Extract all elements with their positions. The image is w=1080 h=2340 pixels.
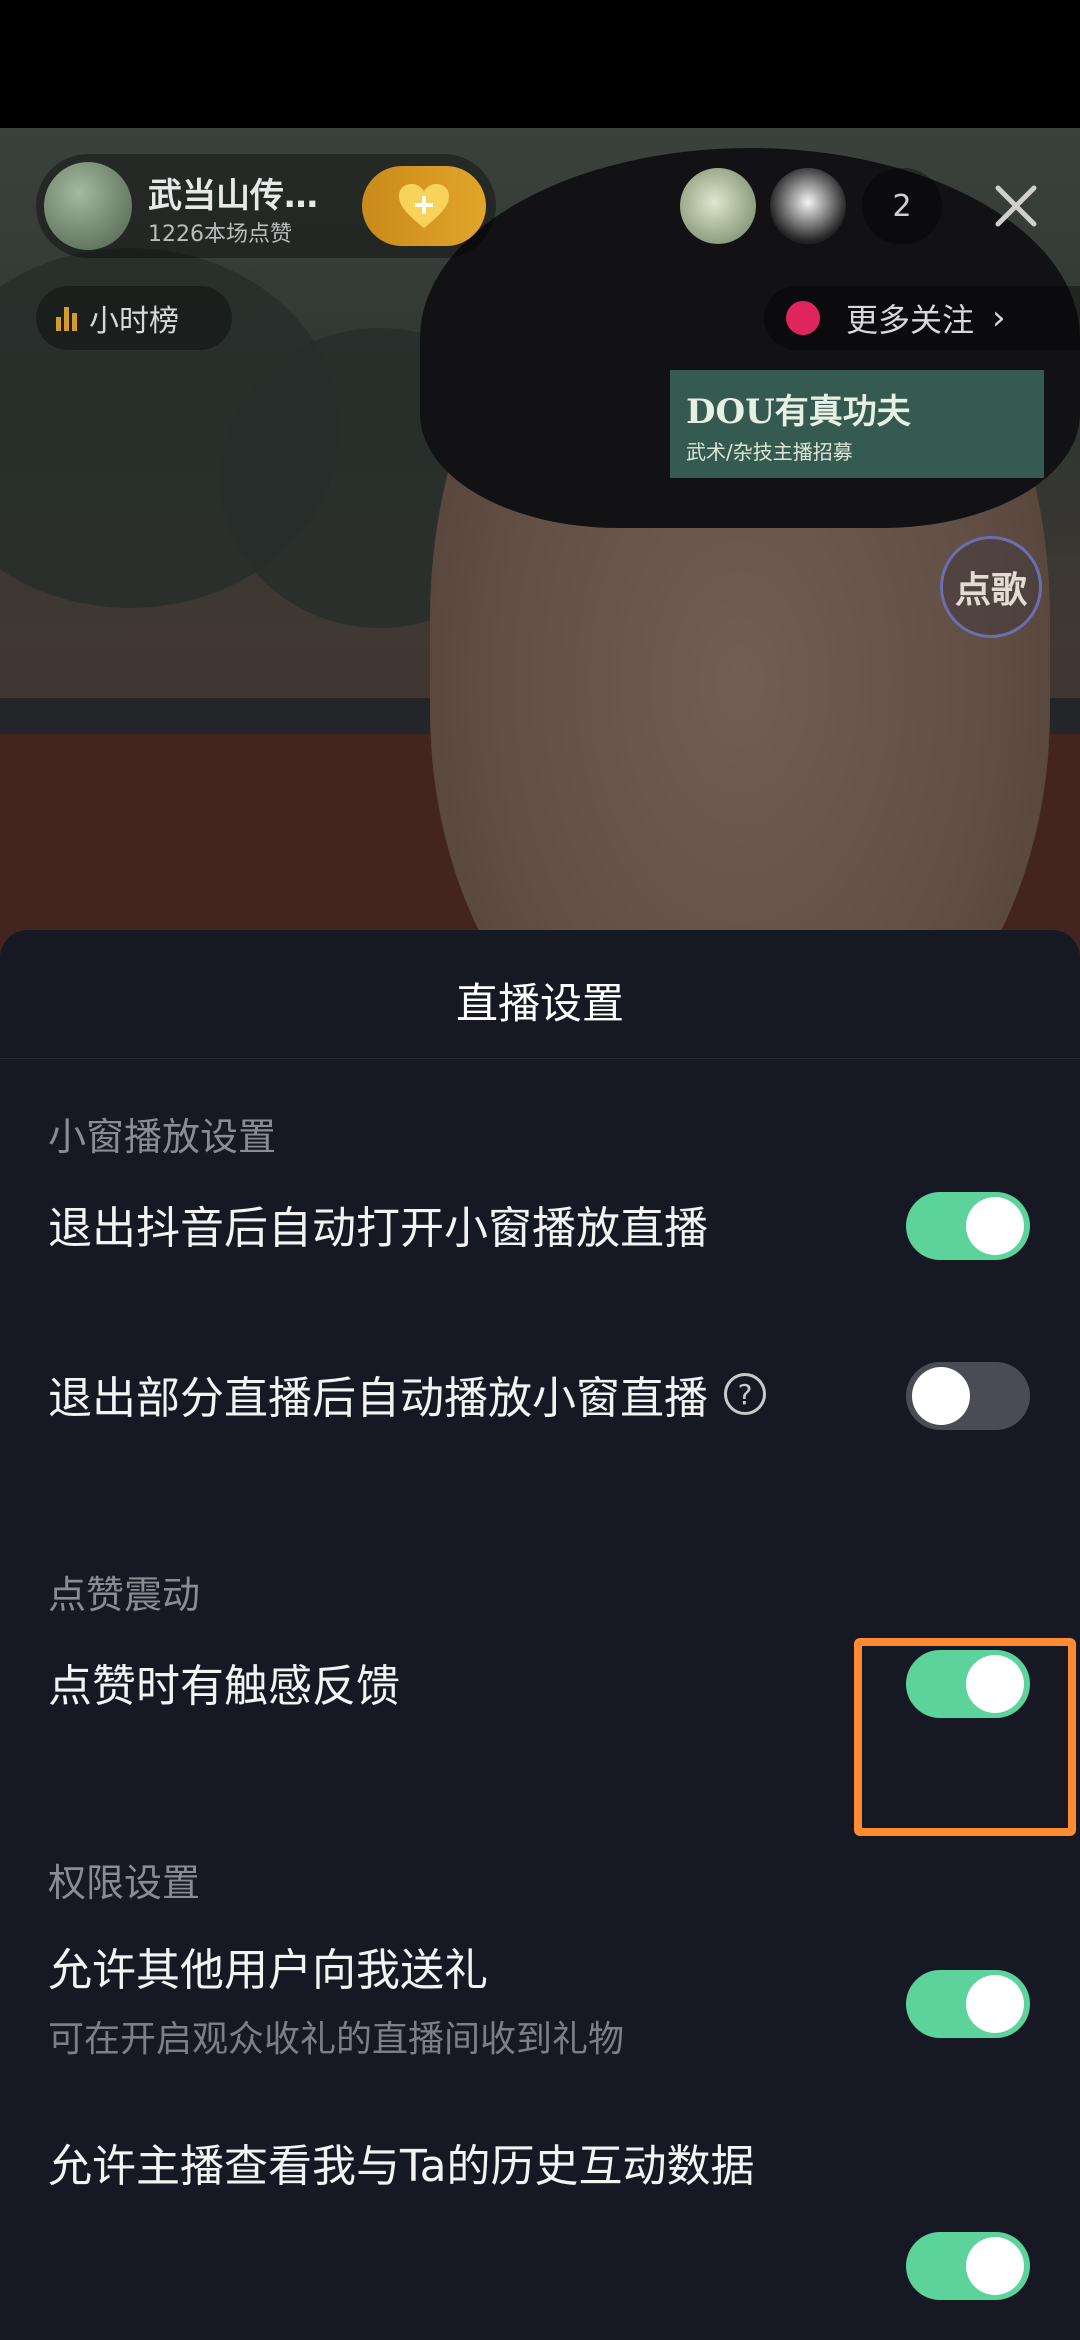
more-follow-button[interactable]: 更多关注 › xyxy=(764,286,1080,350)
hourly-rank-button[interactable]: 小时榜 xyxy=(36,286,232,350)
setting-label: 退出抖音后自动打开小窗播放直播 xyxy=(48,1203,708,1254)
setting-subtitle: 可在开启观众收礼的直播间收到礼物 xyxy=(48,2019,625,2060)
viewer-avatar[interactable] xyxy=(770,168,846,244)
pip-on-exit-toggle[interactable] xyxy=(906,1192,1030,1260)
promo-banner[interactable]: DOU有真功夫 武术/杂技主播招募 xyxy=(670,370,1044,478)
viewer-avatar[interactable] xyxy=(680,168,756,244)
host-avatar[interactable] xyxy=(44,162,132,250)
help-icon[interactable]: ? xyxy=(724,1373,766,1415)
banner-title: DOU有真功夫 xyxy=(686,392,911,432)
setting-label: 允许其他用户向我送礼 xyxy=(48,1945,488,1996)
pip-partial-live-toggle[interactable] xyxy=(906,1362,1030,1430)
history-data-toggle[interactable] xyxy=(906,2232,1030,2300)
sheet-title: 直播设置 xyxy=(455,979,624,1028)
setting-label: 退出部分直播后自动播放小窗直播 xyxy=(48,1373,708,1424)
close-icon[interactable] xyxy=(986,176,1046,236)
live-dot-icon xyxy=(786,301,820,335)
section-header: 权限设置 xyxy=(48,1861,201,1905)
follow-button[interactable] xyxy=(362,166,486,246)
divider xyxy=(0,1058,1080,1059)
rank-label: 小时榜 xyxy=(89,304,179,339)
host-name: 武当山传… xyxy=(148,176,318,216)
setting-label: 点赞时有触感反馈 xyxy=(48,1661,400,1712)
viewer-count[interactable]: 2 xyxy=(862,168,942,244)
song-request-button[interactable]: 点歌 xyxy=(940,536,1042,638)
section-header: 点赞震动 xyxy=(48,1573,201,1617)
host-info-pill[interactable]: 武当山传… 1226本场点赞 xyxy=(36,154,496,258)
allow-gifts-toggle[interactable] xyxy=(906,1970,1030,2038)
toggle-knob xyxy=(966,1197,1024,1255)
host-likes: 1226本场点赞 xyxy=(148,222,292,247)
live-settings-sheet: 直播设置 小窗播放设置 退出抖音后自动打开小窗播放直播 退出部分直播后自动播放小… xyxy=(0,930,1080,2340)
section-header: 小窗播放设置 xyxy=(48,1115,277,1159)
rank-bars-icon xyxy=(56,305,77,331)
toggle-knob xyxy=(912,1367,970,1425)
highlight-box xyxy=(854,1638,1076,1836)
setting-label: 允许主播查看我与Ta的历史互动数据 xyxy=(48,2141,755,2192)
setting-row-pip-partial: 退出部分直播后自动播放小窗直播 ? xyxy=(48,1362,766,1426)
toggle-knob xyxy=(966,1975,1024,2033)
status-bar xyxy=(0,0,1080,128)
banner-subtitle: 武术/杂技主播招募 xyxy=(686,440,853,464)
more-follow-label: 更多关注 xyxy=(846,301,975,339)
heart-plus-icon xyxy=(397,182,451,230)
chevron-right-icon: › xyxy=(992,298,1006,338)
toggle-knob xyxy=(966,2237,1024,2295)
